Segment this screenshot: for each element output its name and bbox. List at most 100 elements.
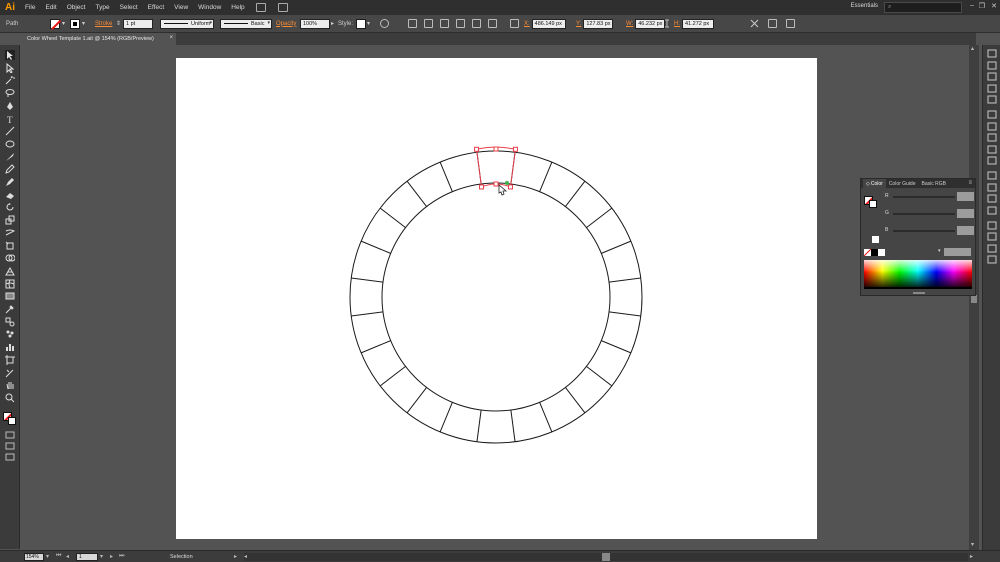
slider-b-value[interactable] (957, 226, 974, 235)
rotate-tool-icon[interactable] (5, 202, 15, 212)
perspective-grid-tool-icon[interactable] (5, 266, 15, 276)
none-swatch[interactable] (864, 249, 871, 256)
hand-tool-icon[interactable] (5, 380, 15, 390)
panel-resize-grip[interactable] (913, 292, 925, 294)
color-wheel-artwork[interactable] (176, 58, 817, 539)
align-panel-icon[interactable] (987, 221, 997, 230)
close-window-icon[interactable]: ✕ (991, 2, 997, 10)
selection-handle[interactable] (512, 146, 518, 152)
hand-cursor-icon[interactable] (498, 184, 508, 196)
align-center-icon[interactable] (424, 19, 433, 28)
color-wheel-icon[interactable] (987, 171, 997, 180)
fill-dropdown-arrow[interactable]: ▾ (62, 20, 65, 27)
wheel-segment-divider[interactable] (565, 180, 586, 207)
libraries-icon[interactable] (987, 244, 997, 253)
menu-effect[interactable]: Effect (143, 4, 170, 11)
transparency-icon[interactable] (987, 133, 997, 142)
recolor-artwork-icon[interactable] (380, 19, 389, 28)
artboard-tool-icon[interactable] (5, 354, 15, 365)
opacity-arrow-icon[interactable]: ▸ (331, 20, 334, 27)
x-position-field[interactable]: 486.149 px (531, 18, 566, 29)
workspace-switcher[interactable]: Essentials (851, 3, 878, 9)
tab-basic-rgb[interactable]: Basic RGB (919, 179, 949, 188)
gradient-tool-icon[interactable] (5, 291, 15, 301)
wheel-segment-divider[interactable] (608, 277, 641, 283)
selection-handle[interactable] (474, 146, 480, 152)
wheel-segment-divider[interactable] (439, 402, 453, 433)
artboard-number-field[interactable]: 1 (76, 553, 98, 561)
selection-handle[interactable] (507, 184, 513, 190)
zoom-tool-icon[interactable] (5, 393, 15, 403)
selection-handle[interactable] (493, 181, 499, 187)
width-field[interactable]: 46.232 px (635, 18, 666, 29)
wheel-segment-divider[interactable] (351, 277, 384, 283)
symbols-icon[interactable] (987, 95, 997, 104)
selected-segment-path[interactable] (475, 146, 517, 188)
scroll-right-icon[interactable]: ▸ (970, 553, 973, 560)
blend-tool-icon[interactable] (5, 317, 15, 327)
scroll-down-icon[interactable]: ▾ (971, 541, 974, 548)
stroke-weight-stepper-icon[interactable]: ⇕ (116, 20, 121, 27)
control-panel-menu-icon[interactable] (786, 19, 795, 28)
hex-dropdown-arrow[interactable]: ▾ (938, 248, 941, 254)
menu-object[interactable]: Object (62, 4, 91, 11)
wheel-segment-divider[interactable] (379, 207, 406, 228)
artboards-icon[interactable] (987, 194, 997, 203)
vertical-scroll-thumb[interactable] (971, 295, 977, 303)
y-label[interactable]: Y: (576, 21, 581, 27)
wheel-segment-divider[interactable] (586, 207, 613, 228)
document-tab[interactable]: Color Wheel Template 1.ait @ 154% (RGB/P… (22, 33, 176, 45)
tab-color-guide[interactable]: Color Guide (886, 179, 919, 188)
wheel-segment-divider[interactable] (406, 180, 427, 207)
wheel-segment-divider[interactable] (586, 366, 613, 387)
menu-window[interactable]: Window (193, 4, 226, 11)
search-input[interactable]: ⌕ (884, 2, 962, 13)
align-bottom-icon[interactable] (488, 19, 497, 28)
screen-mode-icon[interactable] (5, 452, 15, 462)
next-artboard-icon[interactable]: ▸ (110, 553, 113, 560)
artboard[interactable] (176, 58, 817, 539)
links-icon[interactable] (987, 255, 997, 264)
wheel-segment-divider[interactable] (476, 409, 482, 442)
close-tab-icon[interactable]: × (169, 35, 173, 41)
align-left-icon[interactable] (408, 19, 417, 28)
stroke-dropdown-arrow[interactable]: ▾ (82, 20, 85, 27)
gradient-icon[interactable] (987, 122, 997, 131)
wheel-segment-divider[interactable] (539, 402, 553, 433)
height-field[interactable]: 41.272 px (682, 18, 714, 29)
black-swatch[interactable] (871, 249, 878, 256)
ellipse-tool-icon[interactable] (5, 139, 15, 149)
y-position-field[interactable]: 127.83 px (583, 18, 614, 29)
menu-edit[interactable]: Edit (40, 4, 61, 11)
previous-artboard-icon[interactable]: ◂ (66, 553, 69, 560)
reference-point-icon[interactable] (510, 19, 519, 28)
direct-selection-tool-icon[interactable] (5, 62, 15, 73)
eraser-tool-icon[interactable] (5, 190, 15, 200)
pen-tool-icon[interactable] (5, 101, 15, 111)
slider-b[interactable]: B (885, 226, 975, 236)
color-mode-icon[interactable] (5, 430, 15, 440)
restore-icon[interactable]: ❐ (979, 2, 985, 10)
wheel-segment-divider[interactable] (351, 311, 384, 317)
graphic-styles-icon[interactable] (987, 156, 997, 165)
menu-view[interactable]: View (169, 4, 193, 11)
arrange-documents-icon[interactable] (277, 3, 288, 12)
selection-tool-icon[interactable] (5, 50, 15, 60)
symbol-sprayer-tool-icon[interactable] (5, 329, 15, 339)
transform-icon[interactable] (750, 19, 759, 28)
menu-type[interactable]: Type (90, 4, 114, 11)
panel-menu-icon[interactable]: ≡ (968, 180, 972, 186)
wheel-segment-divider[interactable] (601, 240, 632, 254)
stroke-icon[interactable] (987, 110, 997, 119)
scale-tool-icon[interactable] (5, 215, 15, 225)
scroll-up-icon[interactable]: ▴ (971, 45, 974, 52)
inner-ring-circle[interactable] (381, 182, 611, 412)
slider-r-value[interactable] (957, 192, 974, 201)
minimize-icon[interactable]: – (970, 2, 974, 9)
w-label[interactable]: W: (626, 21, 633, 27)
paintbrush-tool-icon[interactable] (5, 152, 15, 162)
first-artboard-icon[interactable]: ⏮ (56, 553, 61, 560)
artboard-dropdown-arrow[interactable]: ▾ (100, 553, 103, 560)
out-of-gamut-icon[interactable] (865, 234, 879, 246)
blob-brush-tool-icon[interactable] (5, 177, 15, 187)
